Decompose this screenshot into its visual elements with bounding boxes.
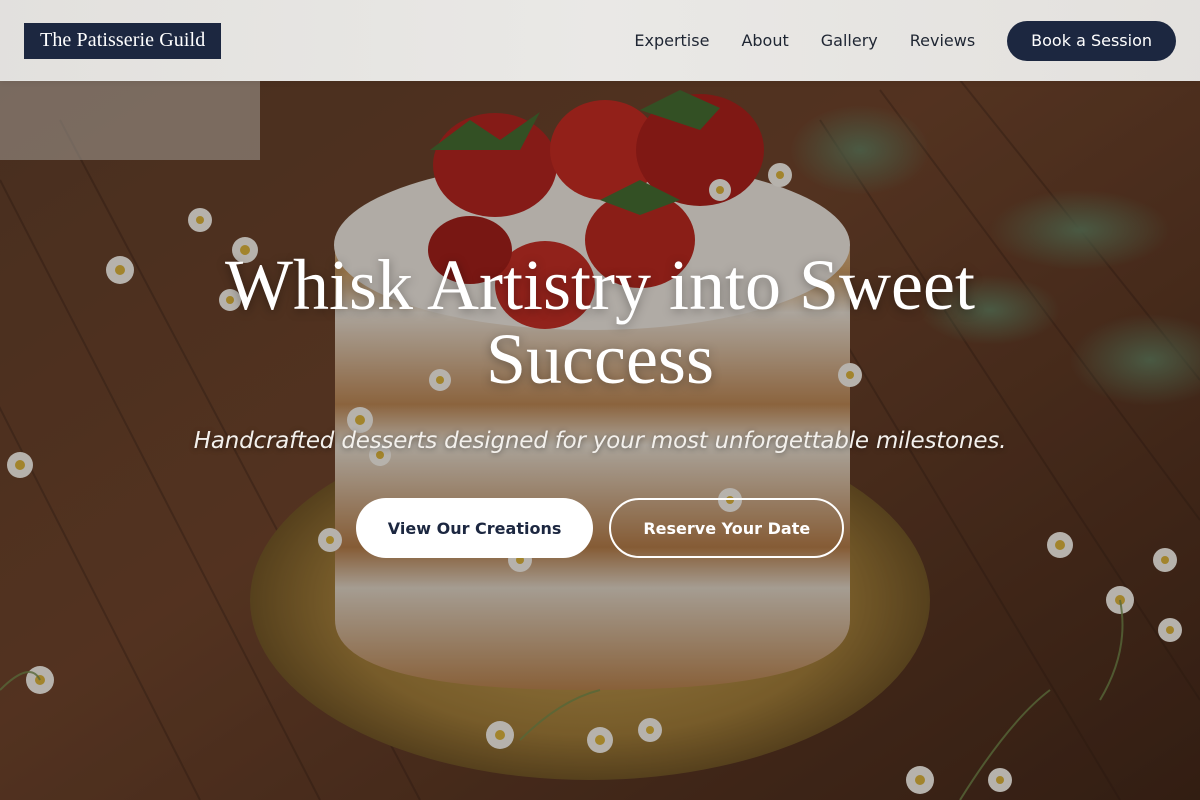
site-header: The Patisserie Guild Expertise About Gal… [0, 0, 1200, 81]
nav-link-gallery[interactable]: Gallery [821, 31, 878, 50]
site-logo[interactable]: The Patisserie Guild [24, 22, 222, 59]
main-navigation: Expertise About Gallery Reviews Book a S… [634, 20, 1176, 61]
nav-link-reviews[interactable]: Reviews [910, 31, 975, 50]
hero-title: Whisk Artistry into Sweet Success [225, 245, 975, 399]
view-creations-button[interactable]: View Our Creations [355, 498, 594, 558]
hero-actions: View Our Creations Reserve Your Date [0, 498, 1200, 558]
hero-content: Whisk Artistry into Sweet Success Handcr… [0, 248, 1200, 558]
nav-link-about[interactable]: About [741, 31, 788, 50]
hero-subtitle: Handcrafted desserts designed for your m… [193, 428, 1007, 454]
book-session-button[interactable]: Book a Session [1007, 20, 1176, 61]
reserve-date-button[interactable]: Reserve Your Date [609, 498, 845, 558]
nav-link-expertise[interactable]: Expertise [634, 31, 709, 50]
